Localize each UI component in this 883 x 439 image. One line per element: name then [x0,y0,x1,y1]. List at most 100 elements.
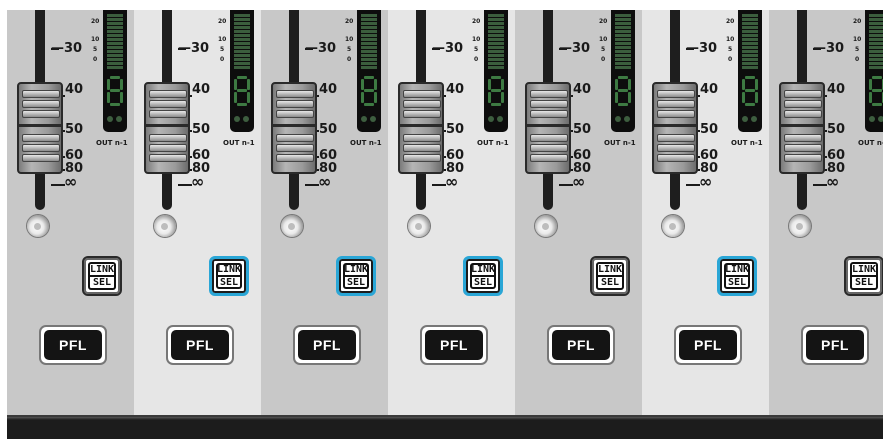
pfl-label: PFL [821,337,849,353]
fader-cap[interactable] [144,82,190,174]
meter-segment [615,66,631,69]
channel-strip-5: —30 40 50 60 80 ∞ 20 10 5 0 OUT n-1 LINK… [515,10,643,415]
rotary-knob[interactable] [154,215,176,237]
link-sel-button[interactable]: LINK SEL [209,256,249,296]
meter-segment [615,54,631,57]
fader-scale-label: ∞ [191,172,205,191]
fader-scale-label: 40 [446,82,465,97]
link-label: LINK [597,264,623,277]
pfl-button[interactable]: PFL [39,325,107,365]
meter-segment [234,50,250,53]
fader-cap[interactable] [398,82,444,174]
meter-segment [361,26,377,29]
fader-cap[interactable] [525,82,571,174]
rotary-knob[interactable] [662,215,684,237]
pfl-button[interactable]: PFL [547,325,615,365]
fader-scale-label: ∞ [572,172,586,191]
meter-segment [107,66,123,69]
pfl-button[interactable]: PFL [801,325,869,365]
link-sel-button[interactable]: LINK SEL [717,256,757,296]
link-sel-button[interactable]: LINK SEL [82,256,122,296]
meter-indicator-dots [234,116,250,124]
top-margin [0,0,883,10]
link-label: LINK [851,264,877,277]
meter-segment [107,58,123,61]
fader-cap[interactable] [652,82,698,174]
fader-scale-label: —30 [178,41,210,56]
link-sel-button[interactable]: LINK SEL [463,256,503,296]
meter-segment [107,18,123,21]
sel-label: SEL [600,277,620,288]
meter-digit-display [107,76,123,106]
meter-indicator-dots [615,116,631,124]
meter-indicator-dots [488,116,504,124]
meter-scale-label: 20 [726,18,735,25]
pfl-label: PFL [186,337,214,353]
meter-segment [615,58,631,61]
meter-segment [742,34,758,37]
meter-scale-label: 20 [345,18,354,25]
meter-segment [234,42,250,45]
pfl-button[interactable]: PFL [166,325,234,365]
fader-scale-label: —30 [813,41,845,56]
pfl-button[interactable]: PFL [420,325,488,365]
meter-segment [361,66,377,69]
level-meter [230,10,254,132]
out-label: OUT n-1 [858,139,883,147]
meter-indicator-dots [869,116,883,124]
meter-segment [615,14,631,17]
level-meter [865,10,883,132]
link-label: LINK [724,264,750,277]
meter-segment [107,22,123,25]
meter-segment [107,34,123,37]
meter-segment [869,66,883,69]
fader-scale-label: —30 [51,41,83,56]
meter-segment [869,46,883,49]
channel-strip-2: —30 40 50 60 80 ∞ 20 10 5 0 OUT n-1 LINK… [134,10,262,415]
meter-segment [742,54,758,57]
console-bottom-bar [7,415,883,439]
meter-segment [869,34,883,37]
rotary-knob[interactable] [535,215,557,237]
rotary-knob[interactable] [408,215,430,237]
meter-segment [615,26,631,29]
pfl-button[interactable]: PFL [674,325,742,365]
fader-scale-label: 50 [827,122,846,137]
link-sel-button[interactable]: LINK SEL [590,256,630,296]
fader-cap[interactable] [17,82,63,174]
meter-scale-label: 10 [726,36,735,43]
fader-cap[interactable] [271,82,317,174]
fader-scale-label: 40 [573,82,592,97]
meter-digit-display [361,76,377,106]
meter-segment [234,54,250,57]
rotary-knob[interactable] [789,215,811,237]
pfl-label: PFL [694,337,722,353]
link-label: LINK [470,264,496,277]
fader-scale-label: —30 [559,41,591,56]
fader-cap[interactable] [779,82,825,174]
meter-segment [107,46,123,49]
meter-segment [361,54,377,57]
meter-digit-display [234,76,250,106]
meter-segment [742,66,758,69]
meter-digit-display [615,76,631,106]
meter-segment [742,42,758,45]
rotary-knob[interactable] [27,215,49,237]
meter-segment [869,30,883,33]
fader-scale-label: 50 [319,122,338,137]
meter-scale-label: 20 [853,18,862,25]
link-sel-button[interactable]: LINK SEL [336,256,376,296]
meter-segment [615,38,631,41]
pfl-button[interactable]: PFL [293,325,361,365]
meter-scale-label: 5 [347,46,352,53]
pfl-label: PFL [59,337,87,353]
meter-scale-label: 5 [728,46,733,53]
link-sel-button[interactable]: LINK SEL [844,256,883,296]
meter-segment [488,62,504,65]
fader-scale-label: ∞ [826,172,840,191]
out-label: OUT n-1 [604,139,636,147]
rotary-knob[interactable] [281,215,303,237]
meter-scale-label: 10 [853,36,862,43]
mixer-console: —30 40 50 60 80 ∞ 20 10 5 0 OUT n-1 LINK… [0,0,883,439]
fader-scale-label: 40 [192,82,211,97]
